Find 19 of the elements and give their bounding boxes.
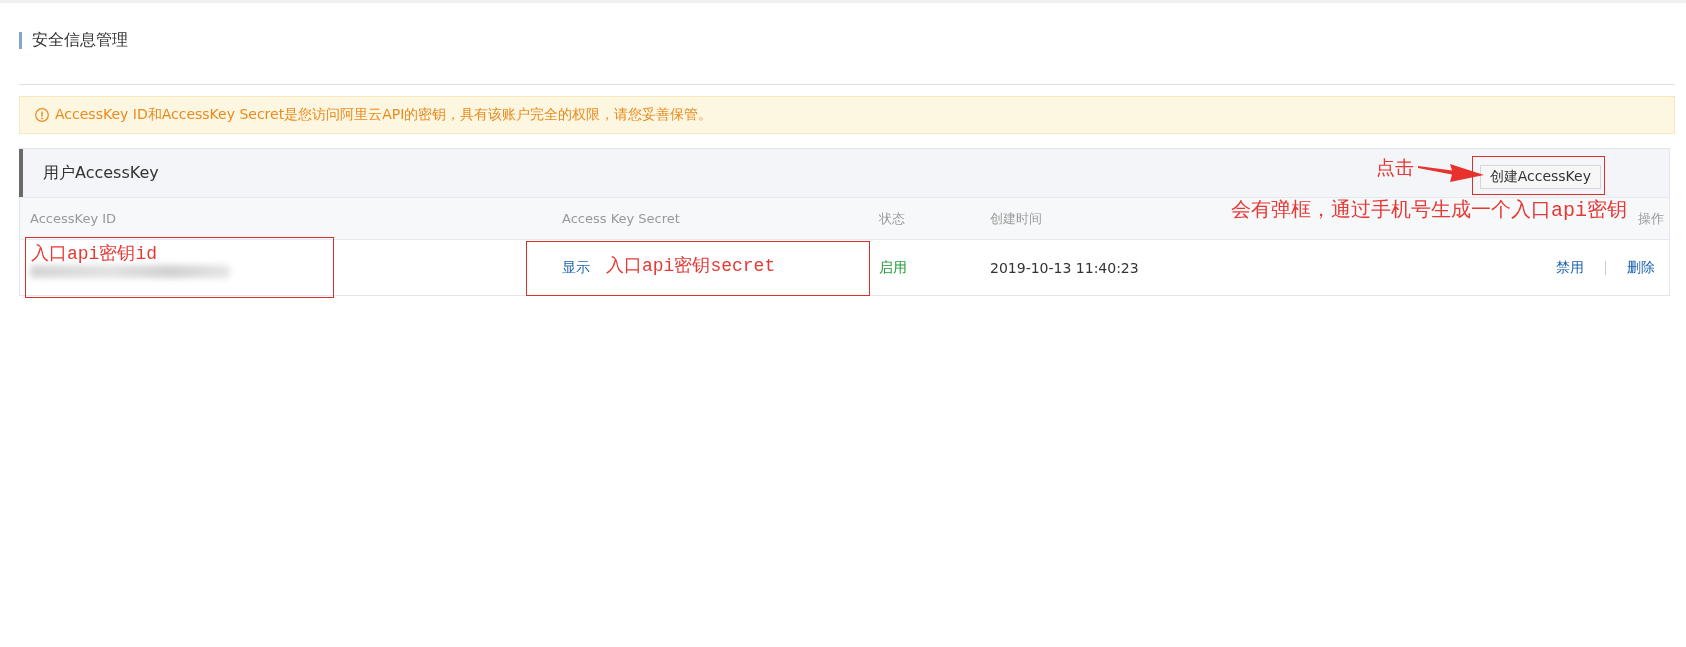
create-button[interactable]: 创建AccessKey [1479,164,1601,189]
column-header: AccessKey ID [20,197,552,239]
annotation-text: 入口api密钥id [31,244,157,265]
disable-link[interactable]: 禁用 [1556,258,1584,277]
exclamation-circle-icon [35,108,49,122]
status-text: 启用 [879,258,907,277]
annotation-text: 会有弹框，通过手机号生成一个入口api密钥 [1231,199,1627,222]
title-accent-bar [19,31,22,49]
annotation-arrow [1418,164,1484,182]
page-title: 安全信息管理 [32,30,128,50]
show-secret-link[interactable]: 显示 [562,258,590,277]
column-header: 状态 [869,197,980,239]
delete-link[interactable]: 删除 [1627,258,1655,277]
column-header: Access Key Secret [552,197,869,239]
notice-text: AccessKey ID和AccessKey Secret是您访问阿里云API的密钥，具有该账户完全的权限，请您妥善保管。 [55,106,713,124]
annotation-text: 点击 [1376,159,1414,181]
annotation-text: 入口api密钥secret [606,256,776,277]
table-cell: 2019-10-13 11:40:23 [990,259,1139,276]
card-title: 用户AccessKey [43,162,159,184]
